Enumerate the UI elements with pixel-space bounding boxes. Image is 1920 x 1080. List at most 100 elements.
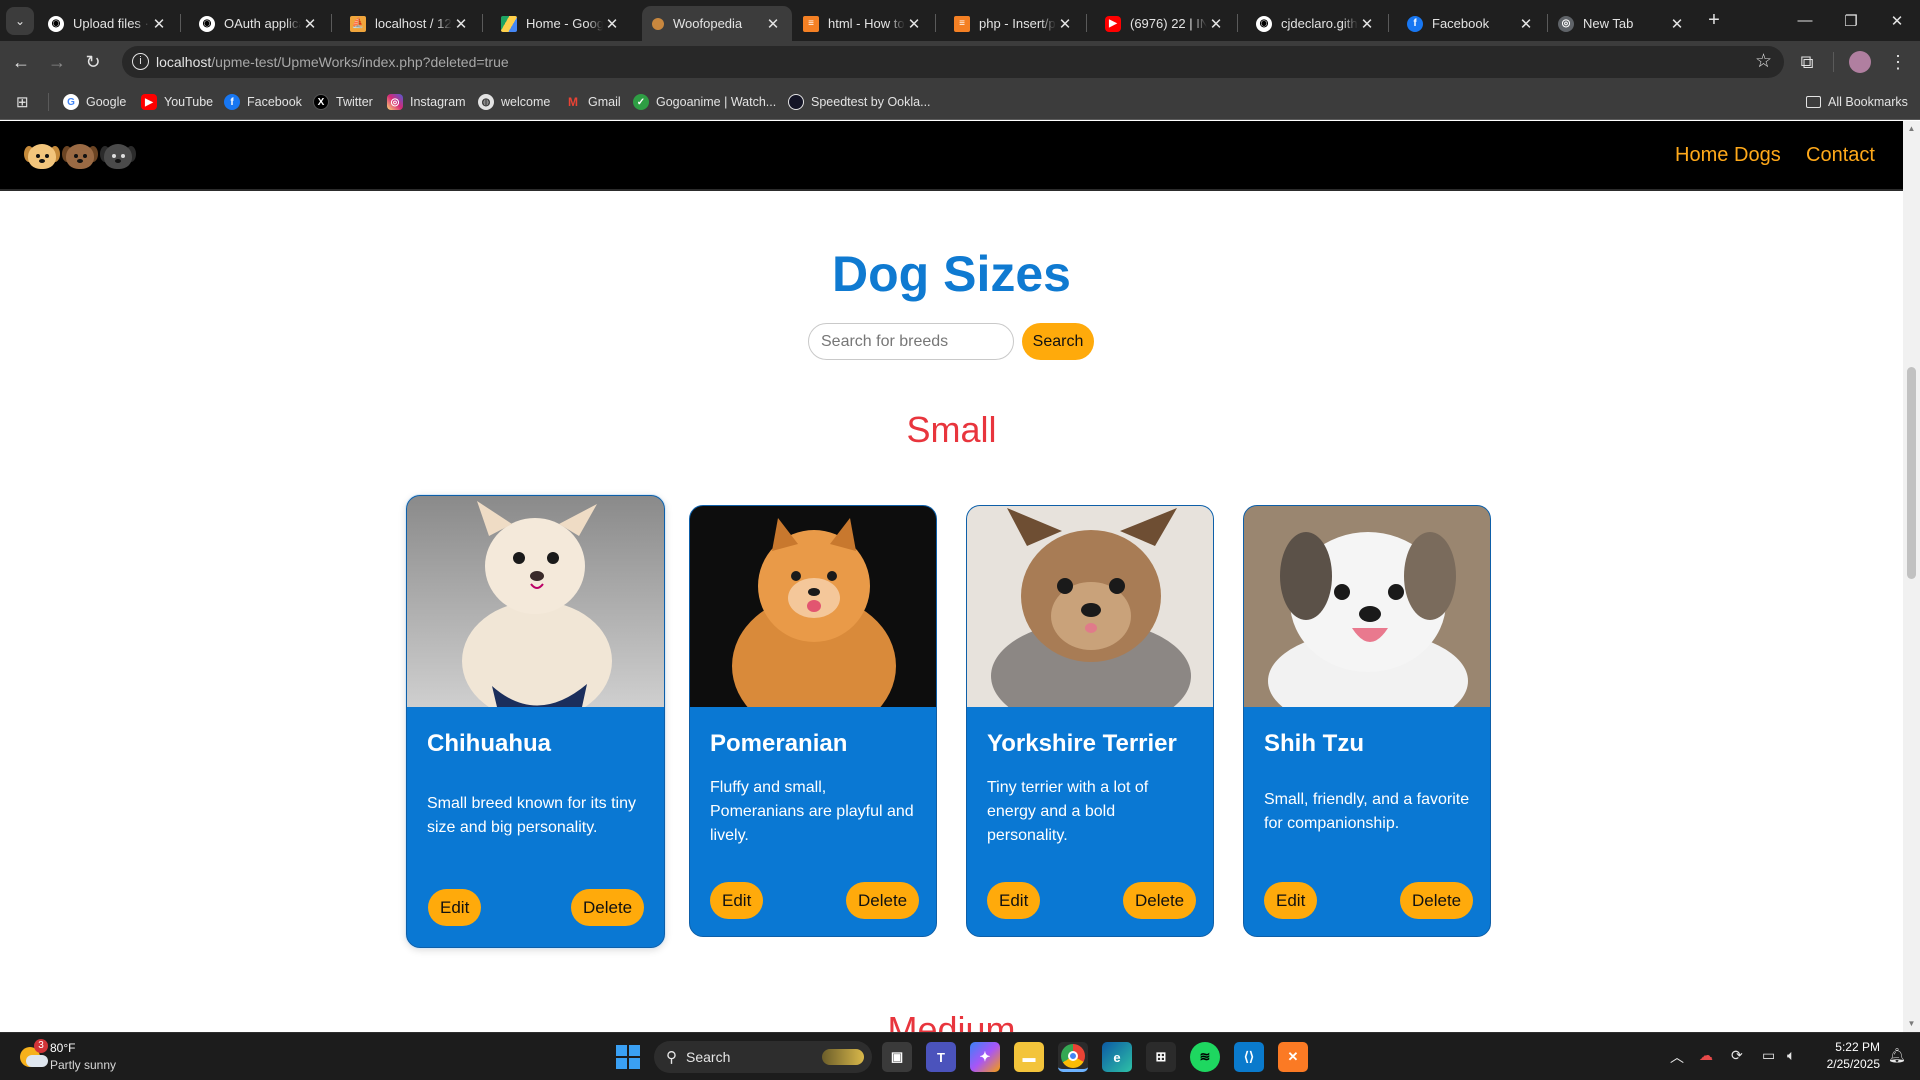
notification-bell-icon[interactable]: 🔔︎ [1888,1047,1906,1064]
tray-overflow-icon[interactable]: ︿ [1670,1047,1684,1067]
tab-2[interactable]: ⛵ localhost / 127 ✕ [340,6,480,41]
task-view-icon[interactable]: ▣ [882,1042,912,1072]
edit-button[interactable]: Edit [1264,882,1318,919]
folder-icon [1806,96,1821,108]
chrome-icon: ◎ [1558,15,1574,32]
forward-icon[interactable]: → [44,49,70,75]
close-tab-icon[interactable]: ✕ [764,15,782,33]
restore-icon[interactable]: ❐ [1828,0,1874,41]
edge-icon[interactable]: e [1102,1042,1132,1072]
bookmark-star-icon[interactable]: ☆ [1755,50,1772,73]
scroll-down-icon[interactable]: ▼ [1907,1020,1916,1028]
taskbar-search[interactable]: ⚲ Search [654,1041,872,1073]
bookmark-youtube[interactable]: ▶ YouTube [141,92,213,112]
close-tab-icon[interactable]: ✕ [452,15,470,33]
delete-button[interactable]: Delete [846,882,920,919]
close-tab-icon[interactable]: ✕ [1056,15,1074,33]
bookmark-welcome[interactable]: ◍ welcome [478,92,550,112]
github-icon: ◉ [199,15,215,32]
close-window-icon[interactable]: ✕ [1874,0,1920,41]
close-tab-icon[interactable]: ✕ [301,15,319,33]
card-description: Small, friendly, and a favorite for comp… [1264,791,1470,832]
address-bar[interactable]: i localhost/upme-test/UpmeWorks/index.ph… [122,46,1784,78]
bookmark-gogoanime[interactable]: ✓ Gogoanime | Watch... [633,92,776,112]
bookmark-google[interactable]: G Google [63,92,126,112]
weather-description: Partly sunny [50,1058,117,1072]
spotify-icon[interactable]: ≋ [1190,1042,1220,1072]
tab-3[interactable]: Home - Google ✕ [491,6,631,41]
search-button[interactable]: Search [1022,323,1094,360]
teams-icon[interactable]: T [926,1042,956,1072]
facebook-icon: f [224,94,240,110]
nav-home[interactable]: Home [1675,144,1728,167]
close-tab-icon[interactable]: ✕ [1517,15,1535,33]
copilot-icon[interactable]: ✦ [970,1042,1000,1072]
windows-start-icon[interactable] [613,1042,643,1072]
all-bookmarks-button[interactable]: All Bookmarks [1806,92,1908,112]
bookmark-speedtest[interactable]: Speedtest by Ookla... [788,92,931,112]
extensions-icon[interactable]: ⧉ [1794,49,1820,75]
onedrive-icon[interactable]: ☁ [1699,1047,1713,1064]
card-title: Chihuahua [427,730,551,757]
tab-4-active[interactable]: Woofopedia ✕ [642,6,792,41]
microsoft-store-icon[interactable]: ⊞ [1146,1042,1176,1072]
tab-8[interactable]: ◉ cjdeclaro.githu ✕ [1246,6,1386,41]
close-tab-icon[interactable]: ✕ [1668,15,1686,33]
sync-icon[interactable]: ⟳ [1731,1047,1743,1064]
tab-7[interactable]: ▶ (6976) 22 | INS ✕ [1095,6,1235,41]
webpage-viewport: Home Dogs Contact Dog Sizes Search Small… [0,121,1903,1032]
menu-icon[interactable]: ⋮ [1885,49,1911,75]
edit-button[interactable]: Edit [710,882,764,919]
site-info-icon[interactable]: i [132,53,149,70]
site-logo[interactable] [24,141,136,171]
close-tab-icon[interactable]: ✕ [150,15,168,33]
xampp-icon[interactable]: ✕ [1278,1042,1308,1072]
bookmark-instagram[interactable]: ◎ Instagram [387,92,466,112]
clock-time[interactable]: 5:22 PM [1818,1040,1880,1054]
reload-icon[interactable]: ↻ [80,49,106,75]
tab-0[interactable]: ◉ Upload files · k ✕ [38,6,178,41]
new-tab-button[interactable]: + [1701,7,1727,33]
bookmark-gmail[interactable]: M Gmail [565,92,621,112]
file-explorer-icon[interactable]: ▬ [1014,1042,1044,1072]
network-icon[interactable]: ▭ [1762,1047,1775,1064]
clock-date[interactable]: 2/25/2025 [1808,1057,1880,1071]
volume-icon[interactable]: 🔈︎ [1787,1047,1795,1064]
close-tab-icon[interactable]: ✕ [1358,15,1376,33]
close-tab-icon[interactable]: ✕ [905,15,923,33]
scroll-up-icon[interactable]: ▲ [1907,125,1916,133]
card-description: Fluffy and small, Pomeranians are playfu… [710,779,914,844]
profile-avatar[interactable] [1847,49,1873,75]
tab-search-button[interactable]: ⌄ [6,7,34,35]
tab-1[interactable]: ◉ OAuth applicat ✕ [189,6,329,41]
chrome-taskbar-icon[interactable] [1058,1042,1088,1072]
page-scrollbar[interactable]: ▲ ▼ [1903,121,1920,1032]
tab-9[interactable]: f Facebook ✕ [1397,6,1545,41]
scrollbar-thumb[interactable] [1907,367,1916,579]
nav-contact[interactable]: Contact [1806,144,1875,167]
edit-button[interactable]: Edit [428,889,482,926]
close-tab-icon[interactable]: ✕ [1207,15,1225,33]
youtube-icon: ▶ [141,94,157,110]
breed-search-input[interactable] [808,323,1014,360]
apps-icon[interactable]: ⊞ [16,92,29,112]
gogoanime-icon: ✓ [633,94,649,110]
vscode-icon[interactable]: ⟨⟩ [1234,1042,1264,1072]
tab-10[interactable]: ◎ New Tab ✕ [1548,6,1696,41]
delete-button[interactable]: Delete [571,889,645,926]
puppy-logo-icon [24,141,60,171]
nav-dogs[interactable]: Dogs [1734,144,1781,167]
close-tab-icon[interactable]: ✕ [603,15,621,33]
bookmark-facebook[interactable]: f Facebook [224,92,302,112]
delete-button[interactable]: Delete [1400,882,1474,919]
tab-5[interactable]: ≡ html - How to ✕ [793,6,933,41]
yorkshire-terrier-photo [967,506,1213,707]
tab-6[interactable]: ≡ php - Insert/p ✕ [944,6,1084,41]
back-icon[interactable]: ← [8,49,34,75]
weather-widget-icon[interactable]: 3 [18,1039,48,1071]
edit-button[interactable]: Edit [987,882,1041,919]
bookmark-twitter[interactable]: X Twitter [313,92,373,112]
minimize-icon[interactable]: — [1782,0,1828,41]
delete-button[interactable]: Delete [1123,882,1197,919]
google-icon: G [63,94,79,110]
